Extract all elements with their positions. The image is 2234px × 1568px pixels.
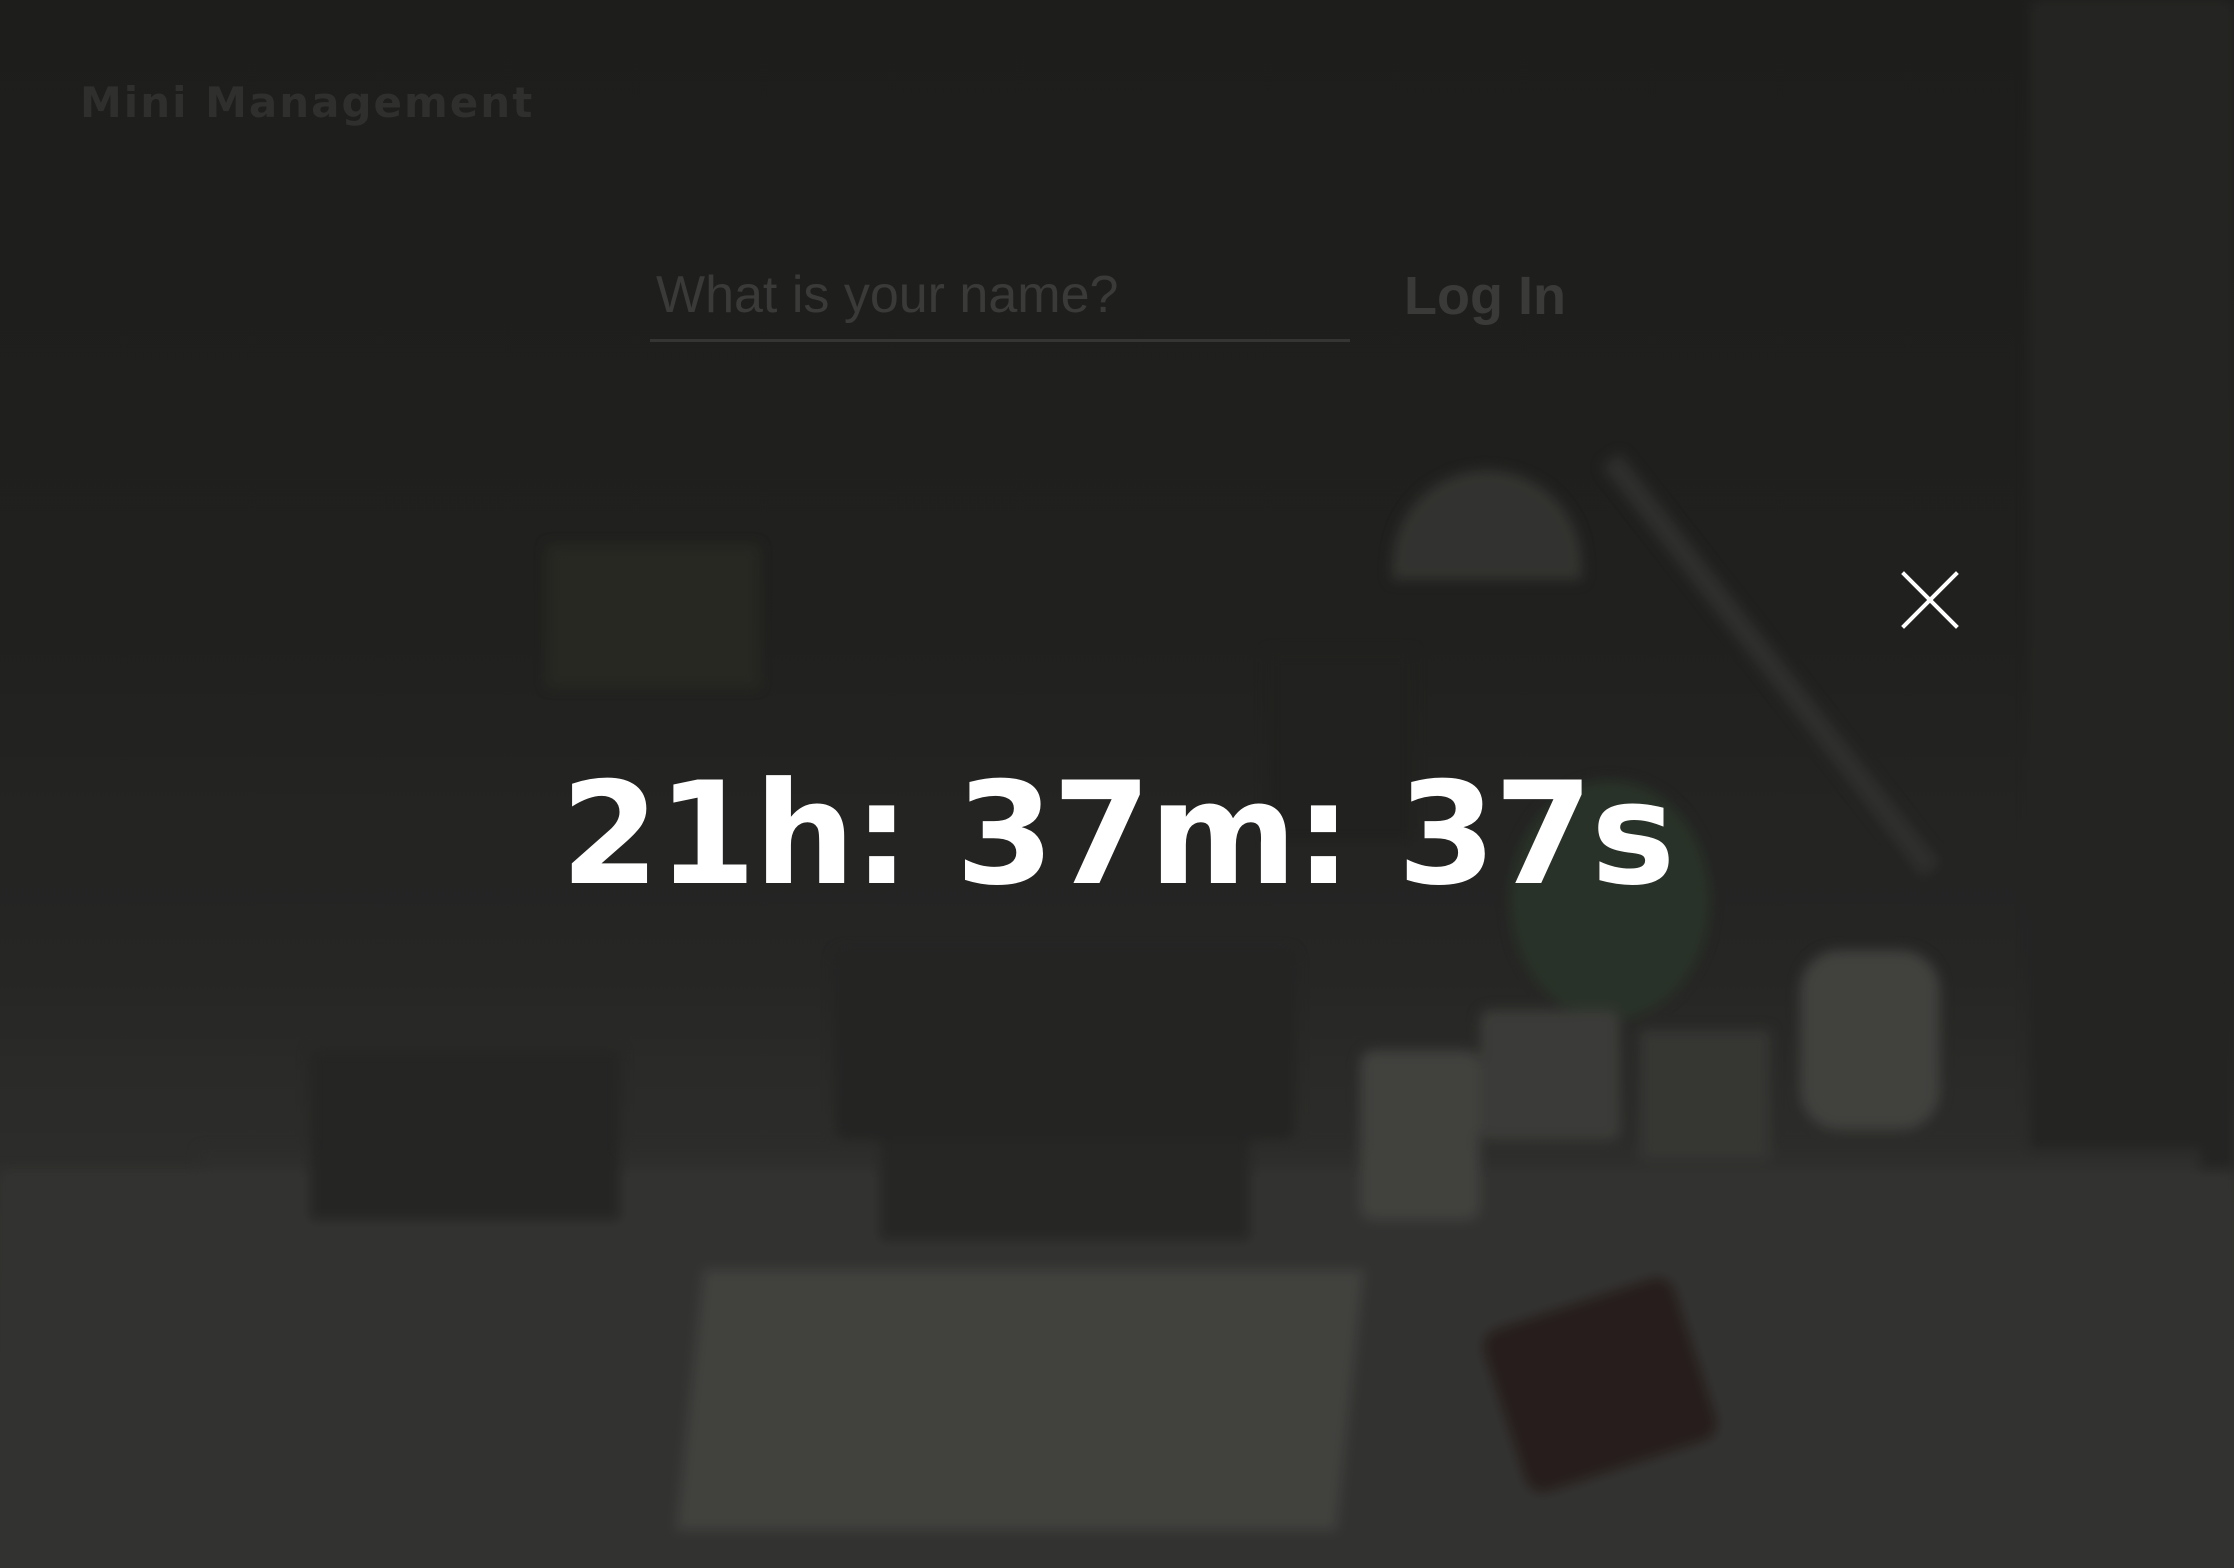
login-form: Log In (650, 250, 1610, 350)
close-button[interactable] (1898, 568, 1962, 632)
countdown-timer: 21h: 37m: 37s (560, 752, 1676, 917)
login-button[interactable]: Log In (1390, 250, 1580, 342)
name-input[interactable] (650, 250, 1350, 342)
brand-logo: Mini Management (80, 78, 535, 127)
app-stage: Mini Management Log In 21h: 37m: 37s (0, 0, 2234, 1568)
close-icon (1901, 571, 1959, 629)
